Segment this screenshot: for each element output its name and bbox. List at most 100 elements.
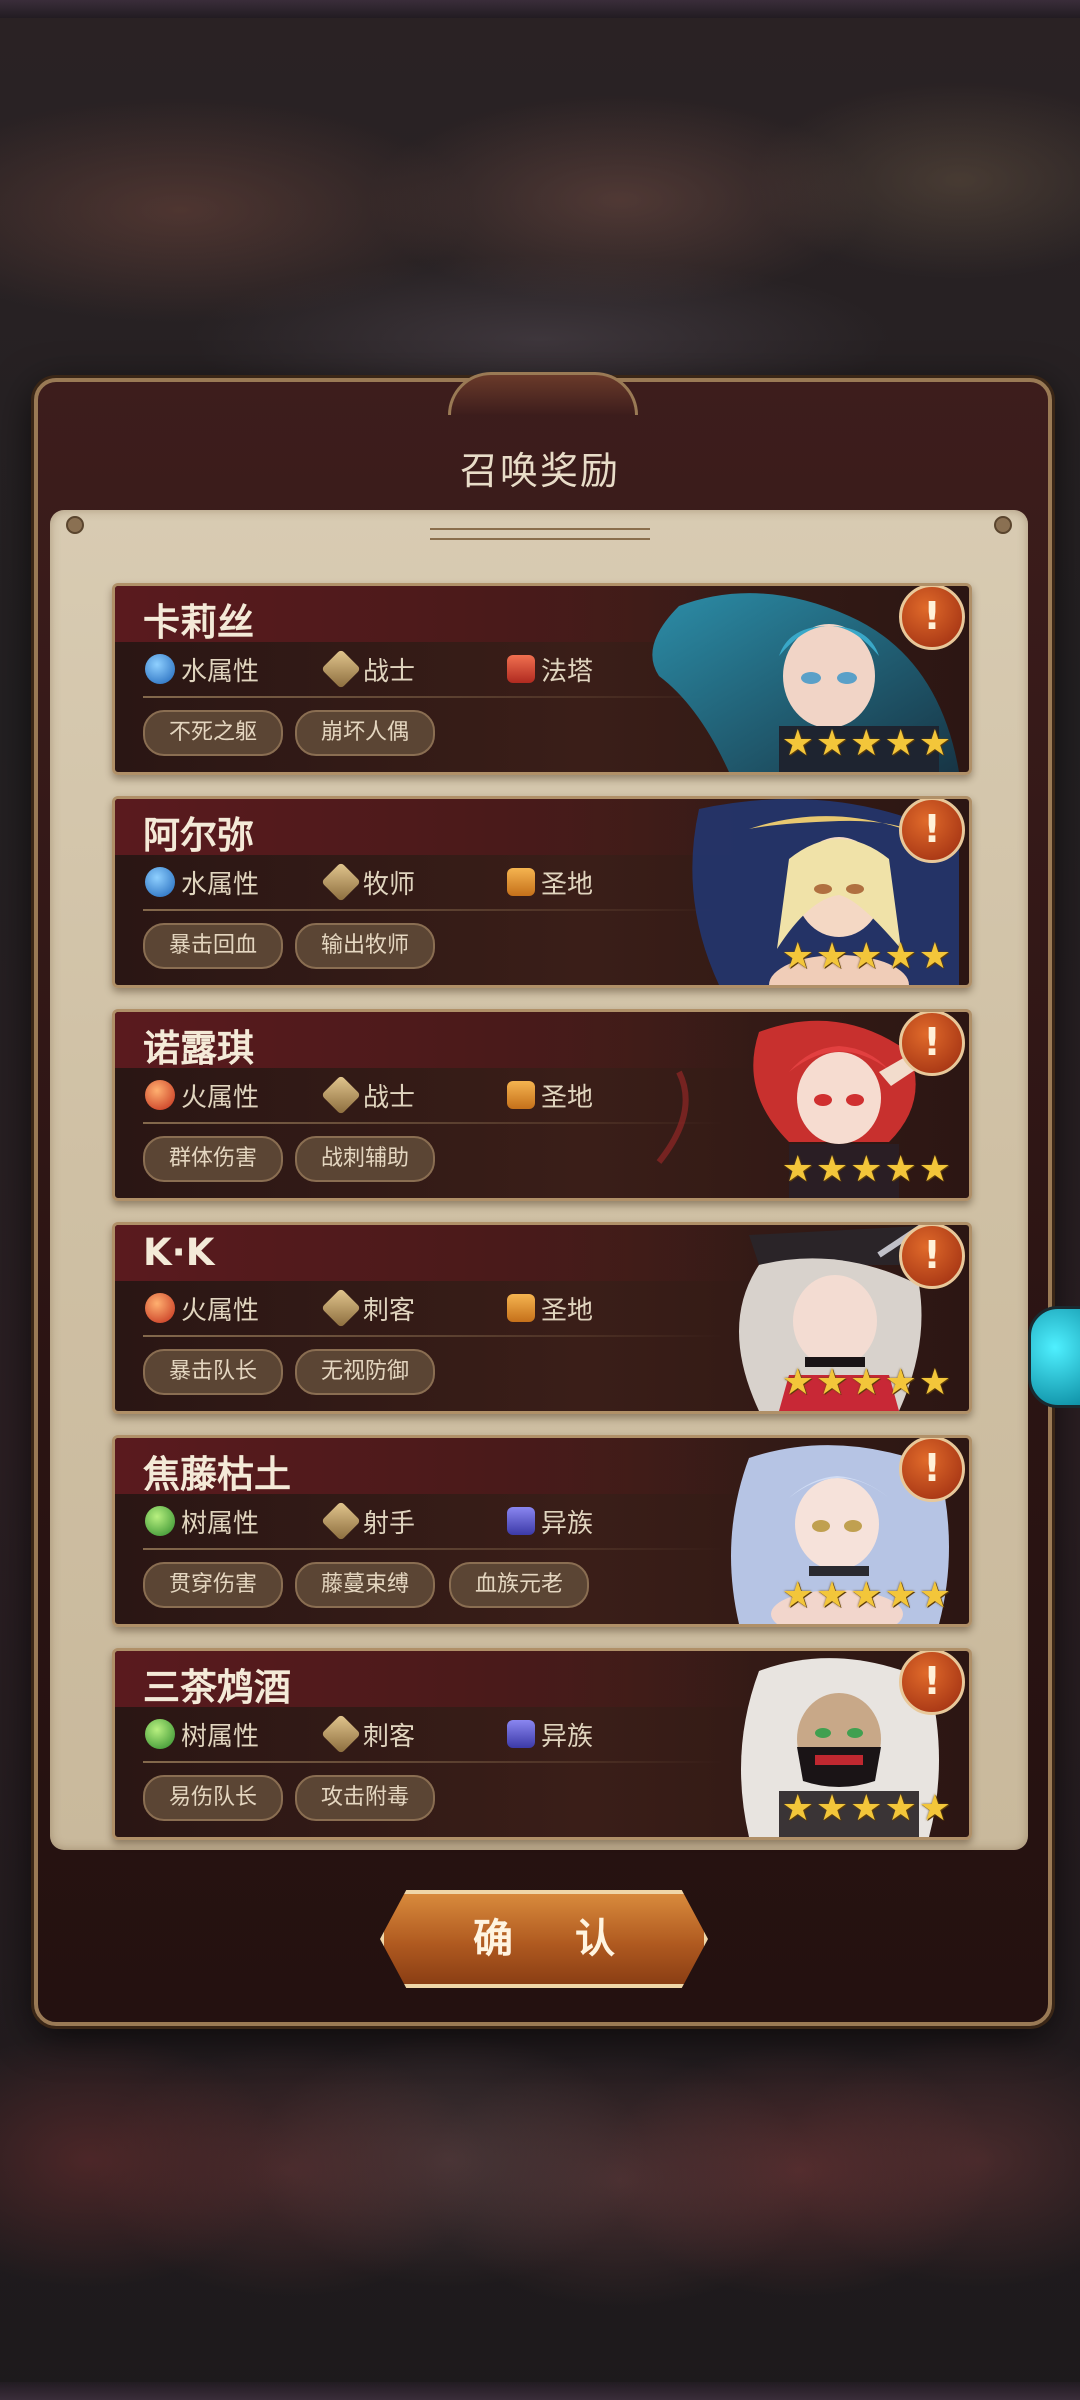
star-icon: ★: [884, 936, 917, 977]
class-attr: 刺客: [321, 1714, 415, 1754]
camp-attr: 法塔: [507, 652, 593, 687]
info-alert-icon[interactable]: !: [899, 1651, 965, 1715]
divider: [143, 909, 723, 911]
camp-attr: 圣地: [507, 1078, 594, 1113]
star-icon: ★: [850, 936, 883, 977]
divider: [143, 1761, 723, 1763]
floating-side-badge-icon[interactable]: [1028, 1306, 1080, 1408]
star-rating: ★ ★ ★ ★ ★: [782, 1365, 951, 1401]
camp-attr: 圣地: [507, 865, 594, 900]
hero-card[interactable]: 卡莉丝 水属性 战士 法塔 不死之躯 崩坏人偶 ★ ★ ★ ★ ★ !: [112, 583, 972, 775]
camp-label: 圣地: [541, 869, 594, 900]
trait-tag: 贯穿伤害: [143, 1562, 284, 1608]
star-icon: ★: [850, 1575, 883, 1616]
element-attr: 水属性: [145, 652, 260, 687]
trait-tag: 战刺辅助: [295, 1136, 436, 1182]
info-alert-icon[interactable]: !: [899, 1012, 965, 1076]
camp-label: 异族: [541, 1508, 594, 1539]
camp-attr: 圣地: [507, 1291, 593, 1326]
class-label: 战士: [363, 656, 416, 687]
camp-label: 圣地: [541, 1082, 594, 1113]
camp-icon: [507, 1720, 535, 1748]
element-attr: 火属性: [145, 1291, 260, 1326]
fire-icon: [145, 1293, 175, 1323]
element-label: 火属性: [181, 1082, 260, 1113]
hero-name: 焦藤枯土: [143, 1453, 291, 1496]
star-icon: ★: [815, 1362, 849, 1403]
trait-tag: 输出牧师: [295, 923, 436, 969]
class-label: 射手: [363, 1508, 416, 1539]
trait-tag: 藤蔓束缚: [295, 1562, 436, 1608]
camp-attr: 异族: [507, 1717, 593, 1752]
star-icon: ★: [850, 1362, 883, 1403]
class-icon: [321, 1501, 361, 1541]
class-attr: 射手: [321, 1501, 416, 1541]
info-alert-icon[interactable]: !: [899, 1225, 965, 1289]
trait-tag: 崩坏人偶: [295, 710, 436, 756]
element-label: 水属性: [181, 869, 260, 900]
element-label: 树属性: [181, 1721, 260, 1752]
dialog-title: 召唤奖励: [459, 449, 620, 493]
hero-card[interactable]: 阿尔弥 水属性 牧师 圣地 暴击回血 输出牧师 ★ ★ ★ ★ ★ !: [112, 796, 972, 988]
star-icon: ★: [781, 1788, 814, 1829]
hero-name: 阿尔弥: [143, 814, 254, 857]
star-icon: ★: [884, 1149, 917, 1190]
rivet-right: [994, 516, 1012, 534]
hero-name: 三茶鸩酒: [143, 1666, 291, 1709]
element-label: 火属性: [181, 1295, 260, 1326]
divider: [143, 1548, 723, 1550]
hero-name: 诺露琪: [143, 1027, 254, 1070]
class-icon: [321, 649, 361, 689]
star-icon: ★: [815, 1788, 849, 1829]
top-border: [0, 0, 1080, 18]
star-icon: ★: [815, 1575, 849, 1616]
panel-ornament: [430, 528, 650, 540]
element-label: 水属性: [181, 656, 260, 687]
info-alert-icon[interactable]: !: [899, 1438, 965, 1502]
star-icon: ★: [815, 723, 849, 764]
hero-card[interactable]: 焦藤枯土 树属性 射手 异族 贯穿伤害 藤蔓束缚 血族元老 ★ ★ ★ ★ ★ !: [112, 1435, 972, 1627]
class-label: 刺客: [363, 1295, 416, 1326]
camp-icon: [507, 655, 535, 683]
class-attr: 战士: [321, 1075, 416, 1115]
class-attr: 牧师: [321, 862, 415, 902]
hero-name: 卡莉丝: [143, 601, 254, 644]
star-icon: ★: [918, 1362, 951, 1403]
trait-tag: 暴击队长: [143, 1349, 284, 1395]
star-icon: ★: [781, 723, 814, 764]
star-icon: ★: [918, 936, 951, 977]
star-rating: ★ ★ ★ ★ ★: [782, 1791, 951, 1827]
hero-card[interactable]: 三茶鸩酒 树属性 刺客 异族 易伤队长 攻击附毒 ★ ★ ★ ★ ★ !: [112, 1648, 972, 1840]
star-icon: ★: [781, 1149, 814, 1190]
class-attr: 战士: [321, 649, 416, 689]
element-label: 树属性: [181, 1508, 260, 1539]
element-attr: 火属性: [145, 1078, 260, 1113]
star-icon: ★: [781, 1362, 814, 1403]
star-icon: ★: [781, 1575, 814, 1616]
camp-attr: 异族: [507, 1504, 594, 1539]
trait-tag: 不死之躯: [143, 710, 284, 756]
class-label: 战士: [363, 1082, 416, 1113]
class-icon: [321, 1075, 361, 1115]
star-icon: ★: [884, 1575, 917, 1616]
camp-icon: [507, 868, 535, 896]
camp-icon: [507, 1081, 535, 1109]
star-rating: ★ ★ ★ ★ ★: [782, 726, 951, 762]
info-alert-icon[interactable]: !: [899, 586, 965, 650]
bottom-border: [0, 2382, 1080, 2400]
fire-icon: [145, 1080, 175, 1110]
tree-icon: [145, 1506, 175, 1536]
star-icon: ★: [918, 1575, 951, 1616]
trait-tag: 群体伤害: [143, 1136, 284, 1182]
trait-tag: 无视防御: [295, 1349, 436, 1395]
confirm-button[interactable]: 确 认: [380, 1890, 708, 1988]
star-icon: ★: [850, 723, 883, 764]
hero-card[interactable]: 诺露琪 火属性 战士 圣地 群体伤害 战刺辅助 ★ ★ ★ ★ ★ !: [112, 1009, 972, 1201]
star-icon: ★: [884, 723, 917, 764]
info-alert-icon[interactable]: !: [899, 799, 965, 863]
water-icon: [145, 867, 175, 897]
star-icon: ★: [918, 1149, 951, 1190]
tree-icon: [145, 1719, 175, 1749]
hero-card[interactable]: K·K 火属性 刺客 圣地 暴击队长 无视防御 ★ ★ ★ ★ ★ !: [112, 1222, 972, 1414]
element-attr: 树属性: [145, 1717, 260, 1752]
